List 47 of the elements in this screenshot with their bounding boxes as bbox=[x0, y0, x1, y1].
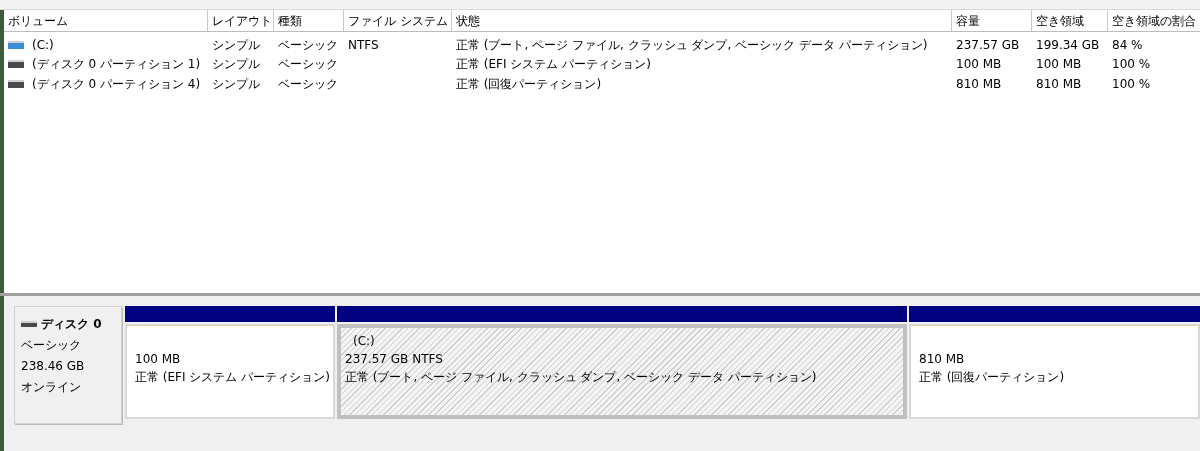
disk-status: オンライン bbox=[21, 379, 82, 396]
column-header[interactable]: 空き領域 bbox=[1032, 10, 1108, 31]
table-cell-text: (C:) bbox=[32, 36, 54, 54]
table-cell-text: シンプル bbox=[212, 75, 260, 93]
table-cell-text: シンプル bbox=[212, 36, 260, 54]
table-cell-text: 237.57 GB bbox=[956, 36, 1020, 54]
table-cell-text: 84 % bbox=[1112, 36, 1143, 54]
column-header[interactable]: ファイル システム bbox=[344, 10, 452, 31]
column-header[interactable]: 容量 bbox=[952, 10, 1032, 31]
table-cell-text: 正常 (回復パーティション) bbox=[456, 75, 602, 93]
partition-size: 100 MB bbox=[135, 351, 182, 368]
partition-status: 正常 (回復パーティション) bbox=[919, 369, 1066, 386]
table-cell-text: ベーシック bbox=[278, 36, 338, 54]
table-cell-text: 100 % bbox=[1112, 56, 1151, 74]
table-cell-text: 100 % bbox=[1112, 75, 1151, 93]
partition-block[interactable]: (C:) 237.57 GB NTFS 正常 (ブート, ページ ファイル, クラッシュ ダンプ, ベーシック データ パーティション) bbox=[337, 324, 907, 419]
drive-icon bbox=[8, 40, 24, 49]
table-cell-text: (ディスク 0 パーティション 1) bbox=[32, 56, 201, 74]
partition-size: 810 MB bbox=[919, 351, 966, 368]
partition-block[interactable]: 100 MB 正常 (EFI システム パーティション) bbox=[125, 324, 335, 419]
table-cell-text: 199.34 GB bbox=[1036, 36, 1100, 54]
disk-size: 238.46 GB bbox=[21, 358, 86, 375]
partition-label: (C:) bbox=[353, 333, 376, 350]
partition-size: 237.57 GB NTFS bbox=[345, 351, 444, 368]
table-cell-text: ベーシック bbox=[278, 56, 338, 74]
table-cell-text: 正常 (EFI システム パーティション) bbox=[456, 56, 651, 74]
table-cell-text: 100 MB bbox=[956, 56, 1002, 74]
table-cell-text: 810 MB bbox=[956, 75, 1002, 93]
column-header[interactable]: ボリューム bbox=[4, 10, 208, 31]
table-cell-text: 正常 (ブート, ページ ファイル, クラッシュ ダンプ, ベーシック データ パーティション) bbox=[456, 36, 928, 54]
table-cell-text: 810 MB bbox=[1036, 75, 1082, 93]
column-header[interactable]: 空き領域の割合 bbox=[1108, 10, 1200, 31]
partition-status: 正常 (ブート, ページ ファイル, クラッシュ ダンプ, ベーシック データ パーティション) bbox=[345, 369, 818, 386]
disk-name: ディスク 0 bbox=[41, 316, 102, 333]
table-cell-text: シンプル bbox=[212, 56, 260, 74]
column-header[interactable]: 種類 bbox=[274, 10, 344, 31]
disk-type: ベーシック bbox=[21, 337, 82, 354]
drive-icon bbox=[8, 79, 24, 88]
table-cell-text: 100 MB bbox=[1036, 56, 1082, 74]
table-cell-text: NTFS bbox=[348, 36, 379, 54]
disk-info-panel[interactable]: ディスク 0 ベーシック 238.46 GB オンライン bbox=[14, 306, 122, 424]
drive-icon bbox=[8, 60, 24, 69]
partition-block[interactable]: 810 MB 正常 (回復パーティション) bbox=[909, 324, 1200, 419]
column-header[interactable]: レイアウト bbox=[208, 10, 274, 31]
column-header[interactable]: 状態 bbox=[452, 10, 952, 31]
table-cell-text: ベーシック bbox=[278, 75, 338, 93]
table-cell-text: (ディスク 0 パーティション 4) bbox=[32, 75, 201, 93]
